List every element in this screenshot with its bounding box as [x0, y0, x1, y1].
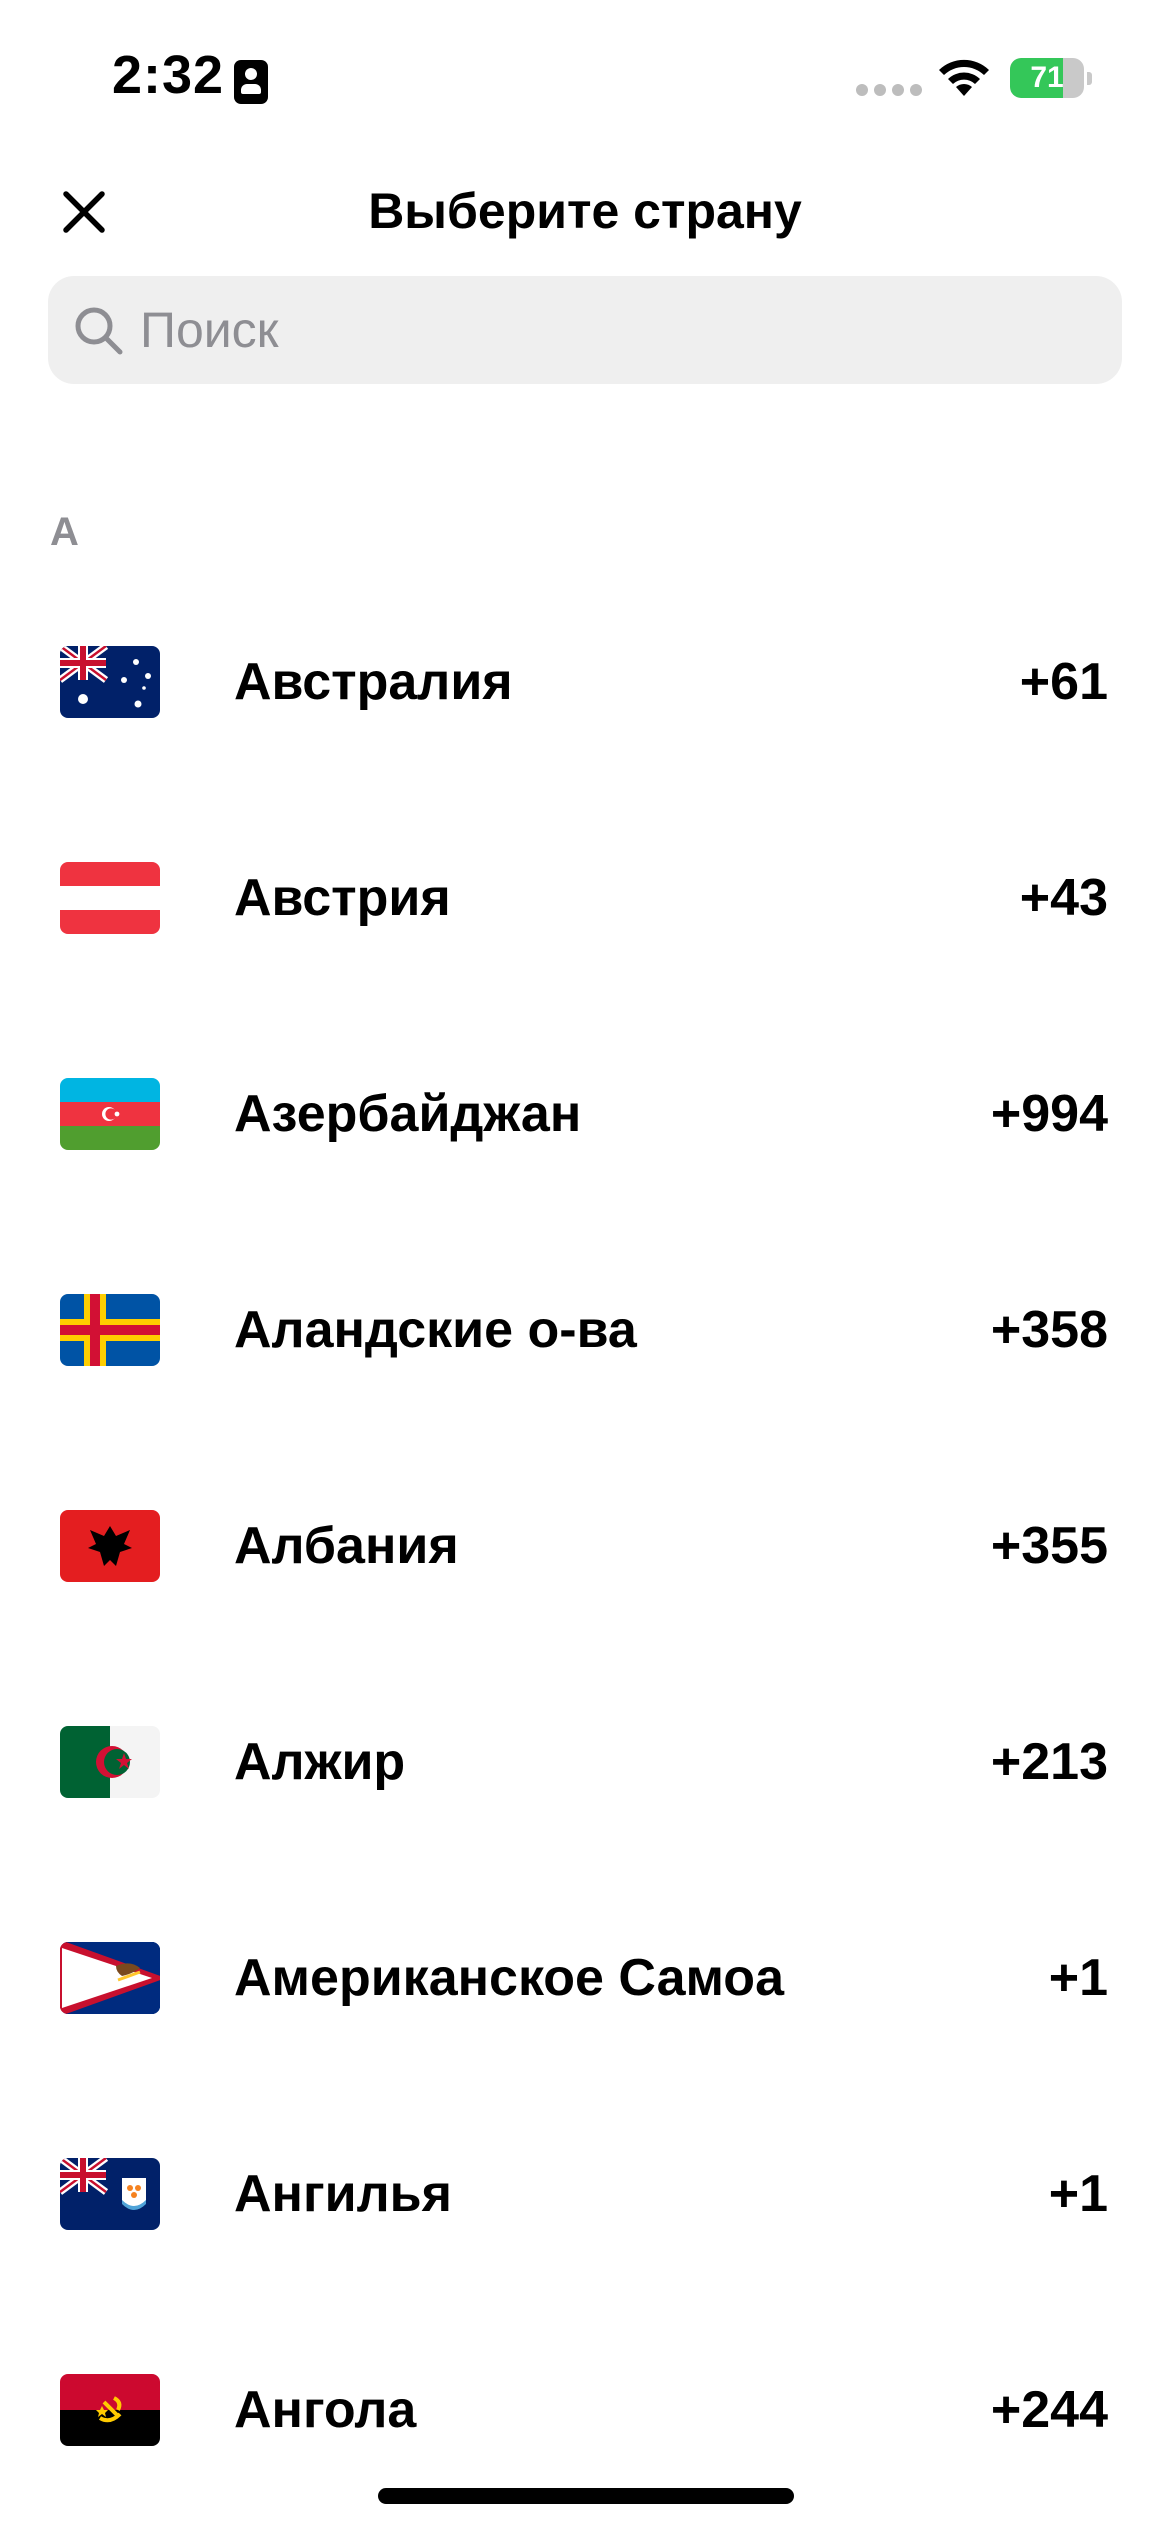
country-code: +43 — [1019, 869, 1108, 927]
battery-icon: 71 — [1010, 58, 1092, 98]
wifi-icon — [939, 59, 989, 96]
list-item[interactable]: Аландские о-ва +358 — [0, 1222, 1170, 1438]
status-time: 2:32 — [112, 45, 225, 105]
azerbaijan-flag-icon — [60, 1078, 160, 1150]
country-name: Аландские о-ва — [234, 1301, 637, 1359]
status-bar: 2:32 71 — [0, 0, 1170, 160]
aland-flag-icon — [60, 1294, 160, 1366]
country-code: +244 — [990, 2381, 1108, 2439]
country-code: +355 — [990, 1517, 1108, 1575]
australia-flag-icon — [60, 646, 160, 718]
country-name: Алжир — [234, 1733, 406, 1791]
battery-level: 71 — [1030, 61, 1064, 94]
algeria-flag-icon — [60, 1726, 160, 1798]
list-item[interactable]: Ангилья +1 — [0, 2086, 1170, 2302]
country-code: +1 — [1048, 1949, 1108, 2007]
anguilla-flag-icon — [60, 2158, 160, 2230]
american-samoa-flag-icon — [60, 1942, 160, 2014]
header: Выберите страну — [0, 160, 1170, 260]
albania-flag-icon — [60, 1510, 160, 1582]
angola-flag-icon — [60, 2374, 160, 2446]
country-code: +994 — [990, 1085, 1108, 1143]
country-name: Албания — [234, 1517, 459, 1575]
search-icon — [75, 307, 123, 355]
page-title: Выберите страну — [368, 183, 802, 239]
country-code: +358 — [990, 1301, 1108, 1359]
contact-card-icon — [234, 60, 268, 104]
country-name: Ангола — [234, 2381, 417, 2439]
list-item[interactable]: Австралия +61 — [0, 574, 1170, 790]
country-name: Австрия — [234, 869, 451, 927]
country-list: Австралия +61 Австрия +43 Азербайджан +9… — [0, 574, 1170, 2518]
country-name: Азербайджан — [234, 1085, 582, 1143]
list-item[interactable]: Азербайджан +994 — [0, 1006, 1170, 1222]
country-code: +213 — [990, 1733, 1108, 1791]
list-item[interactable]: Албания +355 — [0, 1438, 1170, 1654]
home-indicator[interactable] — [378, 2488, 794, 2504]
section-header: А — [50, 510, 79, 554]
list-item[interactable]: Алжир +213 — [0, 1654, 1170, 1870]
country-name: Американское Самоа — [234, 1949, 784, 2007]
austria-flag-icon — [60, 862, 160, 934]
list-item[interactable]: Австрия +43 — [0, 790, 1170, 1006]
list-item[interactable]: Американское Самоа +1 — [0, 1870, 1170, 2086]
search-input[interactable] — [140, 276, 1100, 384]
search-box[interactable] — [48, 276, 1122, 384]
country-code: +61 — [1019, 653, 1108, 711]
cellular-signal-icon — [856, 84, 922, 96]
country-name: Австралия — [234, 653, 513, 711]
country-code: +1 — [1048, 2165, 1108, 2223]
list-item[interactable]: Ангола +244 — [0, 2302, 1170, 2518]
country-name: Ангилья — [234, 2165, 452, 2223]
